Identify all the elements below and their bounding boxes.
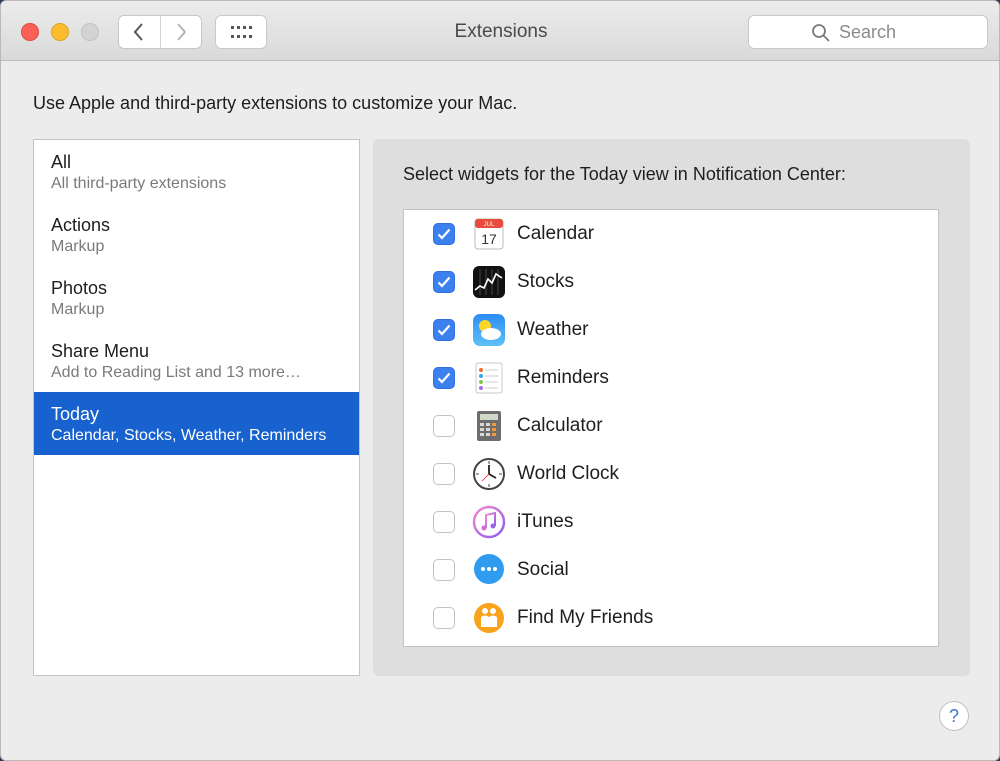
category-title: Actions — [51, 215, 111, 235]
checkmark-icon — [437, 372, 451, 384]
category-photos[interactable]: Photos Markup — [34, 266, 359, 329]
category-subtitle: Markup — [51, 301, 105, 318]
weather-checkbox[interactable] — [433, 319, 455, 341]
category-subtitle: Calendar, Stocks, Weather, Reminders — [51, 427, 327, 444]
widget-row-stocks: Stocks — [404, 262, 938, 302]
category-actions[interactable]: Actions Markup — [34, 203, 359, 266]
category-title: Photos — [51, 278, 108, 298]
widget-label: Calendar — [517, 223, 595, 244]
stocks-icon — [473, 266, 505, 298]
category-subtitle: Markup — [51, 238, 105, 255]
description-text: Use Apple and third-party extensions to … — [33, 93, 518, 113]
calculator-checkbox[interactable] — [433, 415, 455, 437]
widget-label: iTunes — [517, 511, 574, 532]
category-title: Today — [51, 404, 100, 424]
find-my-friends-icon — [474, 603, 504, 633]
widget-label: Social — [517, 559, 569, 580]
widget-label: Stocks — [517, 271, 575, 292]
calculator-icon — [477, 411, 501, 441]
widget-label: World Clock — [517, 463, 620, 484]
widget-row-calendar: JUL 17 Calendar — [404, 214, 938, 254]
category-share-menu[interactable]: Share Menu Add to Reading List and 13 mo… — [34, 329, 359, 392]
itunes-icon — [472, 505, 506, 539]
widget-row-calculator: Calculator — [404, 406, 938, 446]
checkmark-icon — [437, 324, 451, 336]
widget-row-reminders: Reminders — [404, 358, 938, 398]
social-checkbox[interactable] — [433, 559, 455, 581]
panel-heading: Select widgets for the Today view in Not… — [403, 164, 846, 184]
weather-icon — [473, 314, 505, 346]
category-list: All All third-party extensions Actions M… — [33, 139, 360, 676]
find-my-friends-checkbox[interactable] — [433, 607, 455, 629]
category-title: Share Menu — [51, 341, 150, 361]
world-clock-icon — [473, 458, 505, 490]
search-icon — [812, 23, 830, 42]
widget-row-find-my-friends: Find My Friends — [404, 598, 938, 638]
widget-row-social: Social — [404, 550, 938, 590]
calendar-checkbox[interactable] — [433, 223, 455, 245]
search-field[interactable]: Search — [748, 15, 988, 49]
category-today[interactable]: Today Calendar, Stocks, Weather, Reminde… — [34, 392, 359, 455]
widgets-panel: Select widgets for the Today view in Not… — [373, 139, 970, 676]
reminders-checkbox[interactable] — [433, 367, 455, 389]
widget-label: Reminders — [517, 367, 609, 388]
widget-row-itunes: iTunes — [404, 502, 938, 542]
widget-label: Calculator — [517, 415, 603, 436]
help-button[interactable]: ? — [939, 701, 969, 731]
widget-row-weather: Weather — [404, 310, 938, 350]
widget-label: Weather — [517, 319, 589, 340]
stocks-checkbox[interactable] — [433, 271, 455, 293]
checkmark-icon — [437, 228, 451, 240]
preferences-window: Extensions Search Use Apple and third-pa… — [0, 0, 1000, 761]
reminders-icon — [475, 362, 503, 394]
category-subtitle: Add to Reading List and 13 more… — [51, 364, 301, 381]
category-title: All — [51, 152, 72, 172]
widget-label: Find My Friends — [517, 607, 654, 628]
category-all[interactable]: All All third-party extensions — [34, 140, 359, 203]
social-icon — [474, 554, 504, 584]
itunes-checkbox[interactable] — [433, 511, 455, 533]
title-bar: Extensions Search — [1, 1, 999, 61]
search-placeholder: Search — [839, 22, 897, 42]
calendar-icon-day: 17 — [481, 231, 497, 247]
checkmark-icon — [437, 276, 451, 288]
widget-row-world-clock: World Clock — [404, 454, 938, 494]
calendar-icon-month: JUL — [484, 222, 495, 228]
calendar-icon: JUL 17 — [474, 218, 504, 250]
widget-list: JUL 17 Calendar Stocks Weather Reminders… — [403, 209, 939, 647]
category-subtitle: All third-party extensions — [51, 175, 227, 192]
world-clock-checkbox[interactable] — [433, 463, 455, 485]
